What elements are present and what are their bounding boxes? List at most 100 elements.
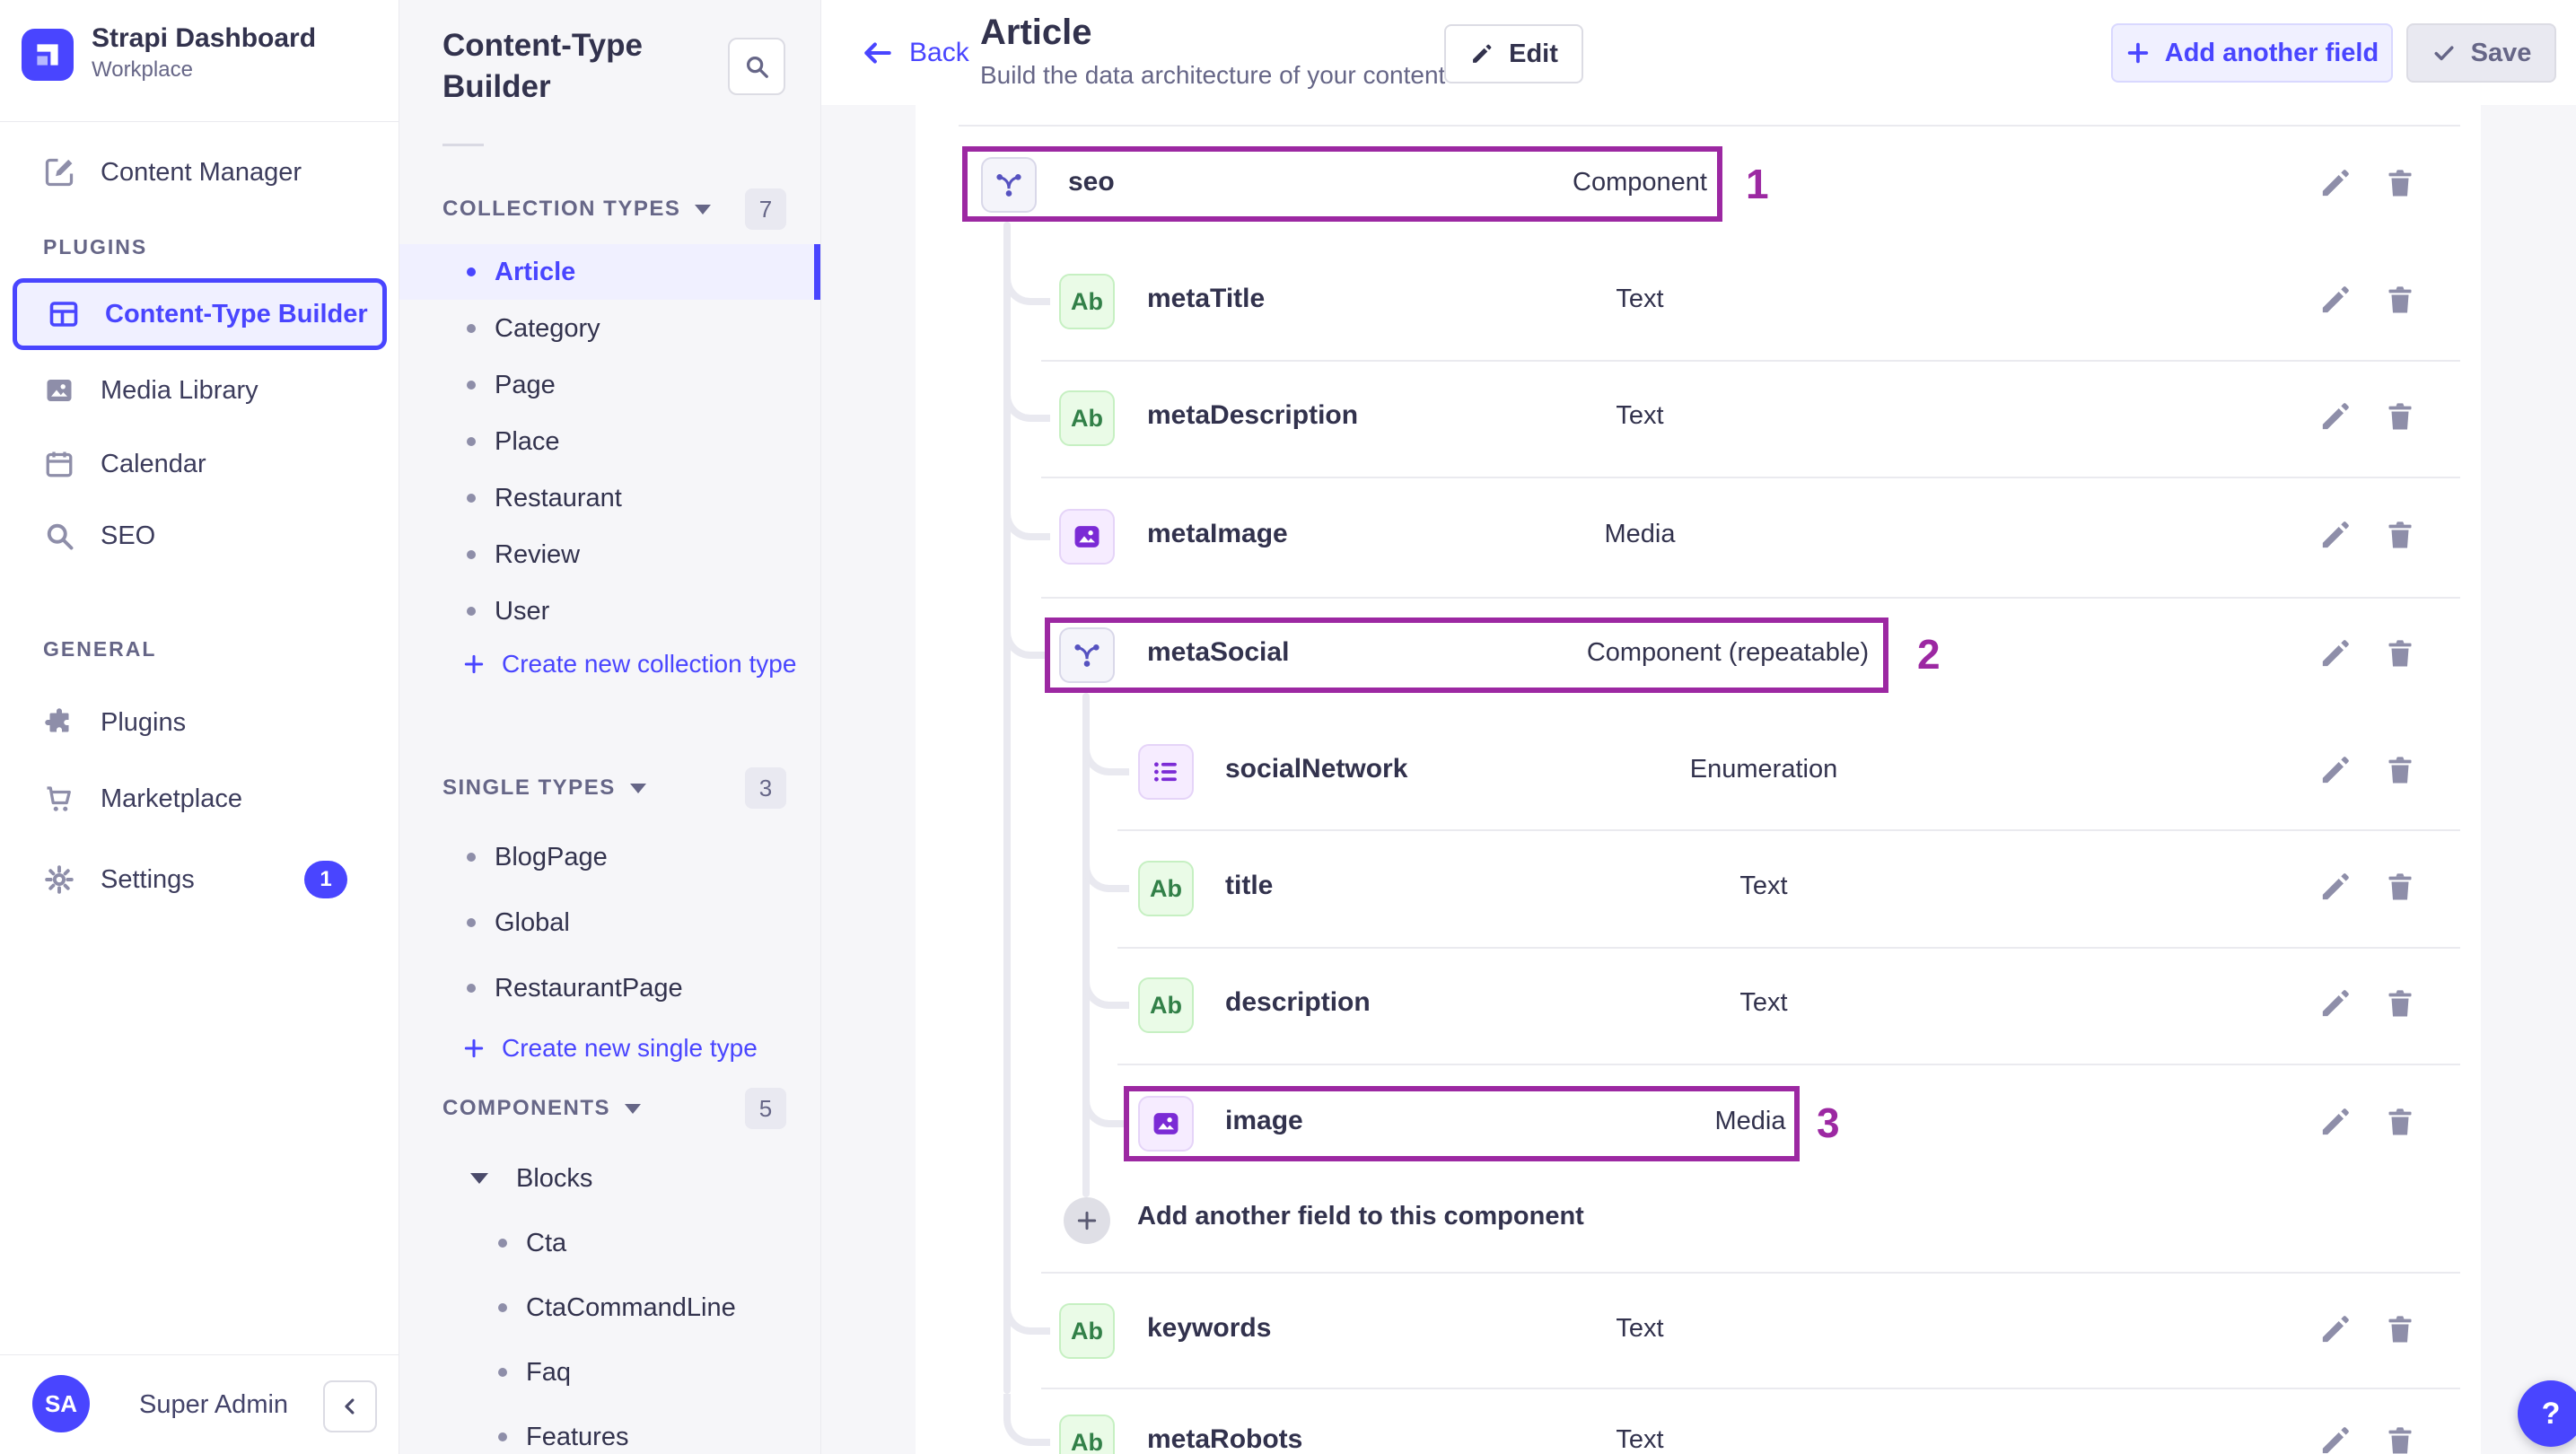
edit-field-button[interactable]: [2318, 1311, 2357, 1351]
strapi-logo-icon: [22, 29, 74, 81]
edit-field-button[interactable]: [2318, 635, 2357, 675]
delete-field-button[interactable]: [2382, 1104, 2422, 1143]
panel-item-restaurantpage[interactable]: RestaurantPage: [399, 960, 820, 1016]
panel-item-ctacommandline[interactable]: CtaCommandLine: [399, 1280, 820, 1336]
gutter: [2481, 105, 2576, 1454]
delete-field-button[interactable]: [2382, 165, 2422, 205]
edit-button[interactable]: Edit: [1444, 24, 1583, 83]
row-divider: [1041, 1272, 2460, 1274]
avatar[interactable]: SA: [32, 1375, 90, 1432]
panel-item-category[interactable]: Category: [399, 301, 820, 356]
save-button[interactable]: Save: [2406, 23, 2556, 83]
panel-item-review[interactable]: Review: [399, 527, 820, 582]
bullet-icon: [467, 494, 476, 503]
annotation-number: 2: [1917, 631, 1941, 678]
add-another-field-button[interactable]: Add another field: [2111, 23, 2393, 83]
sidebar-item-content-manager[interactable]: Content Manager: [13, 136, 387, 208]
panel-item-cta[interactable]: Cta: [399, 1215, 820, 1271]
create-new-collection-type[interactable]: Create new collection type: [462, 636, 796, 692]
delete-field-button[interactable]: [2382, 399, 2422, 438]
grid-icon: [48, 298, 80, 330]
sidebar-item-calendar[interactable]: Calendar: [13, 428, 387, 500]
text-field-icon: Ab: [1138, 977, 1194, 1033]
edit-field-button[interactable]: [2318, 985, 2357, 1025]
pencil-icon: [1469, 41, 1494, 66]
panel-item-page[interactable]: Page: [399, 357, 820, 413]
edit-field-button[interactable]: [2318, 517, 2357, 556]
delete-field-button[interactable]: [2382, 282, 2422, 321]
delete-field-button[interactable]: [2382, 517, 2422, 556]
delete-field-button[interactable]: [2382, 985, 2422, 1025]
user-name: Super Admin: [139, 1390, 289, 1419]
create-label: Create new collection type: [502, 650, 797, 678]
panel-item-global[interactable]: Global: [399, 895, 820, 950]
panel-item-restaurant[interactable]: Restaurant: [399, 470, 820, 526]
back-link[interactable]: Back: [861, 36, 969, 70]
edit-field-button[interactable]: [2318, 752, 2357, 792]
sidebar-item-seo[interactable]: SEO: [13, 500, 387, 572]
save-label: Save: [2470, 38, 2532, 67]
panel-item-article[interactable]: Article: [399, 244, 820, 300]
delete-field-button[interactable]: [2382, 1423, 2422, 1454]
single-types-count: 3: [745, 767, 786, 809]
search-icon: [743, 53, 770, 80]
collection-types-count: 7: [745, 188, 786, 230]
delete-field-button[interactable]: [2382, 752, 2422, 792]
create-label: Create new single type: [502, 1034, 758, 1062]
edit-field-button[interactable]: [2318, 1423, 2357, 1454]
sidebar-item-content-type-builder[interactable]: Content-Type Builder: [13, 278, 387, 350]
sidebar-section-general: GENERAL: [43, 637, 157, 661]
panel-item-faq[interactable]: Faq: [399, 1345, 820, 1400]
check-icon: [2431, 40, 2457, 66]
bullet-icon: [467, 853, 476, 862]
field-type: Text: [1739, 872, 1788, 900]
edit-field-button[interactable]: [2318, 1104, 2357, 1143]
sidebar-item-marketplace[interactable]: Marketplace: [13, 763, 387, 835]
sidebar-item-plugins[interactable]: Plugins: [13, 687, 387, 758]
field-name: seo: [1068, 167, 1115, 197]
edit-field-button[interactable]: [2318, 399, 2357, 438]
sidebar-item-label: Plugins: [101, 707, 187, 737]
help-button[interactable]: ?: [2518, 1380, 2576, 1447]
sidebar-item-settings[interactable]: Settings 1: [13, 844, 387, 915]
magnifier-icon: [43, 520, 75, 552]
panel-item-features[interactable]: Features: [399, 1409, 820, 1454]
create-new-single-type[interactable]: Create new single type: [462, 1020, 758, 1076]
plus-icon: [2125, 40, 2151, 66]
component-group-blocks[interactable]: Blocks: [399, 1151, 820, 1206]
row-divider: [1041, 477, 2460, 478]
sidebar-footer: SA Super Admin: [0, 1354, 399, 1454]
delete-field-button[interactable]: [2382, 1311, 2422, 1351]
collapse-sidebar-button[interactable]: [323, 1380, 377, 1432]
content-type-builder-panel: Content-Type Builder COLLECTION TYPES 7 …: [399, 0, 821, 1454]
row-divider: [1117, 829, 2460, 831]
sidebar-item-media-library[interactable]: Media Library: [13, 355, 387, 426]
edit-field-button[interactable]: [2318, 282, 2357, 321]
panel-item-blogpage[interactable]: BlogPage: [399, 829, 820, 885]
panel-item-place[interactable]: Place: [399, 414, 820, 469]
delete-field-button[interactable]: [2382, 869, 2422, 908]
panel-item-label: BlogPage: [495, 842, 608, 872]
delete-field-button[interactable]: [2382, 635, 2422, 675]
section-collection-types[interactable]: COLLECTION TYPES: [442, 188, 712, 230]
section-single-types[interactable]: SINGLE TYPES: [442, 767, 646, 809]
section-components[interactable]: COMPONENTS: [442, 1088, 642, 1129]
field-name: socialNetwork: [1225, 754, 1408, 784]
search-button[interactable]: [728, 38, 785, 95]
component-field-icon: [981, 157, 1037, 213]
panel-item-user[interactable]: User: [399, 583, 820, 639]
edit-field-button[interactable]: [2318, 869, 2357, 908]
puzzle-icon: [43, 706, 75, 739]
field-type: Component (repeatable): [1586, 638, 1870, 667]
panel-item-label: Features: [526, 1422, 629, 1451]
add-component-field-label[interactable]: Add another field to this component: [1137, 1202, 1584, 1231]
panel-item-label: Article: [495, 257, 576, 286]
edit-field-button[interactable]: [2318, 165, 2357, 205]
bullet-icon: [467, 381, 476, 390]
gear-icon: [43, 863, 75, 896]
bullet-icon: [467, 324, 476, 333]
component-field-icon: [1059, 627, 1115, 683]
arrow-left-icon: [861, 36, 895, 70]
add-component-field-button[interactable]: [1064, 1197, 1110, 1244]
field-name: title: [1225, 871, 1274, 900]
